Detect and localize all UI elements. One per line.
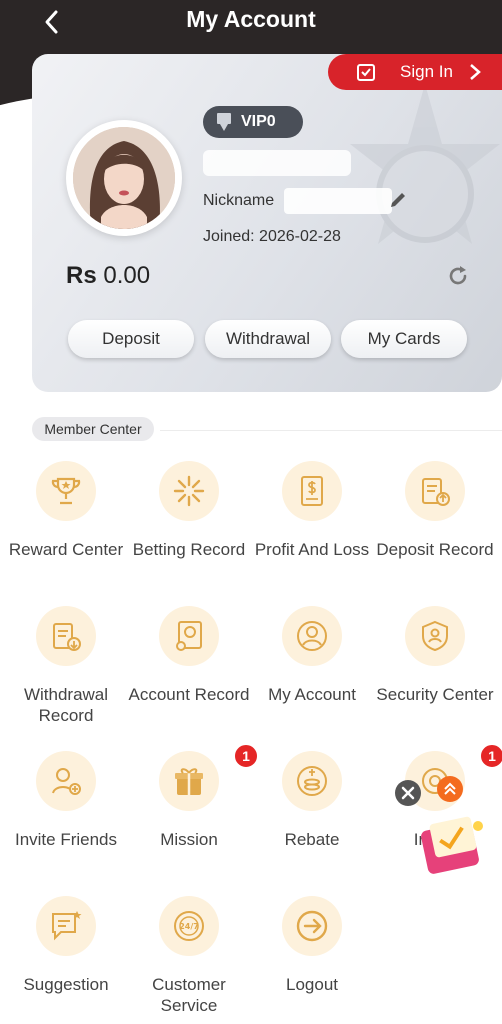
joined-date: 2026-02-28 (259, 228, 341, 245)
member-center-item-label: Betting Record (132, 540, 246, 559)
member-center-item-label: Rebate (284, 830, 340, 849)
clipboard-up-icon (405, 461, 465, 521)
member-center-item-suggestion[interactable]: Suggestion (6, 896, 126, 1024)
sign-in-label: Sign In (400, 62, 453, 81)
member-center-item-my-account[interactable]: My Account (252, 606, 372, 746)
member-center-item-security-center[interactable]: Security Center (375, 606, 495, 746)
svg-text:24/7: 24/7 (179, 922, 199, 931)
logout-icon (282, 896, 342, 956)
joined-date-row: Joined: 2026-02-28 (203, 228, 341, 246)
ledger-icon (159, 606, 219, 666)
member-center-item-label: Mission (160, 830, 218, 849)
nickname-label: Nickname (203, 192, 275, 209)
member-center-item-label: Customer Service (152, 975, 226, 1015)
member-center-item-mission[interactable]: 1 Mission (129, 743, 259, 891)
member-center-item-reward-center[interactable]: Reward Center (6, 461, 126, 601)
member-center-item-label: Account Record (128, 685, 250, 704)
member-center-item-rebate[interactable]: Rebate (252, 751, 372, 891)
gift-icon: 1 (159, 743, 259, 811)
support-24-7-icon: 24/7 (159, 896, 219, 956)
member-center-item-label: Logout (286, 975, 338, 994)
feedback-icon (36, 896, 96, 956)
member-center-item-betting-record[interactable]: Betting Record (129, 461, 249, 601)
member-center-item-label: Security Center (376, 685, 494, 704)
member-center-item-account-record[interactable]: Account Record (129, 606, 249, 746)
balance-amount: 0.00 (103, 262, 151, 289)
add-user-icon (36, 751, 96, 811)
member-center-item-label: My Account (268, 685, 356, 704)
medal-icon (217, 113, 231, 131)
avatar[interactable] (66, 120, 182, 236)
user-icon (282, 606, 342, 666)
page-title: My Account (186, 6, 316, 32)
double-chevron-up-icon[interactable] (437, 776, 463, 802)
member-center-item-label: Withdrawal Record (23, 685, 109, 725)
balance: Rs 0.00 (66, 262, 150, 290)
coins-icon (282, 751, 342, 811)
member-center-item-label: Invite Friends (14, 830, 118, 849)
divider (160, 430, 502, 431)
notification-badge: 1 (479, 743, 502, 769)
refresh-icon[interactable] (446, 264, 470, 288)
balance-currency: Rs (66, 262, 97, 289)
clipboard-down-icon (36, 606, 96, 666)
avatar-image (73, 127, 175, 229)
header: My Account (0, 0, 502, 44)
member-center-item-label: Suggestion (23, 975, 109, 994)
member-center-item-withdrawal-record[interactable]: Withdrawal Record (6, 606, 126, 746)
dollar-document-icon (282, 461, 342, 521)
withdrawal-button[interactable]: Withdrawal (205, 320, 331, 358)
member-center-item-label: Deposit Record (376, 540, 494, 559)
star-burst-icon (159, 461, 219, 521)
member-center-item-logout[interactable]: Logout (252, 896, 372, 1024)
user-id-masked (203, 150, 351, 176)
my-cards-button[interactable]: My Cards (341, 320, 467, 358)
deposit-button[interactable]: Deposit (68, 320, 194, 358)
nickname-value-masked (284, 188, 392, 214)
vip-level: VIP0 (241, 113, 276, 130)
close-icon[interactable] (395, 780, 421, 806)
chevron-right-icon (470, 64, 481, 80)
member-center-item-label: Profit And Loss (254, 540, 370, 559)
shield-user-icon (405, 606, 465, 666)
member-center-title: Member Center (32, 417, 154, 441)
edit-pencil-icon[interactable] (388, 190, 408, 210)
member-center-item-label: Reward Center (8, 540, 124, 559)
sign-in-button[interactable]: Sign In (328, 54, 502, 90)
trophy-icon (36, 461, 96, 521)
member-center-item-customer-service[interactable]: 24/7 Customer Service (129, 896, 249, 1024)
vip-badge: VIP0 (203, 106, 303, 138)
promo-envelope-icon[interactable] (418, 806, 490, 882)
joined-label: Joined: (203, 228, 255, 245)
calendar-check-icon (357, 64, 375, 81)
member-center-item-profit-and-loss[interactable]: Profit And Loss (252, 461, 372, 601)
member-center-item-invite-friends[interactable]: Invite Friends (6, 751, 126, 891)
member-center-item-deposit-record[interactable]: Deposit Record (375, 461, 495, 601)
